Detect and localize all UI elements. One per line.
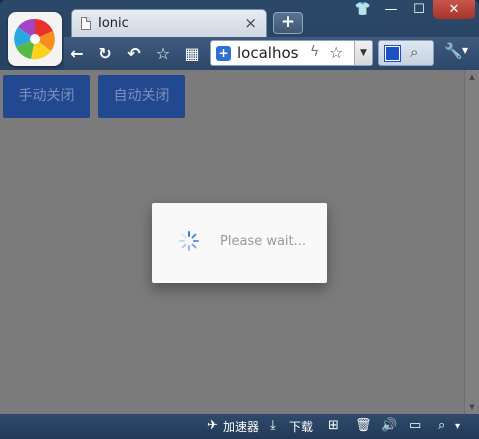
page-icon — [81, 17, 91, 30]
search-icon[interactable]: ⌕ — [410, 43, 418, 61]
scroll-down-icon[interactable]: ▼ — [465, 403, 479, 411]
spinner-icon — [179, 231, 199, 251]
manual-close-button[interactable]: 手动关闭 — [3, 75, 90, 118]
bookmark-star-icon[interactable]: ☆ — [329, 43, 343, 62]
secure-shield-icon: + — [216, 46, 231, 61]
zoom-icon[interactable]: ⌕ — [438, 418, 445, 433]
back-icon[interactable]: ← — [67, 44, 87, 64]
new-tab-button[interactable]: + — [273, 12, 303, 34]
maximize-button[interactable]: ☐ — [405, 0, 433, 19]
vertical-scrollbar[interactable]: ▲ ▼ — [464, 70, 479, 414]
favorite-icon[interactable]: ☆ — [153, 44, 173, 64]
page-viewport: 手动关闭 自动关闭 Please wait... — [0, 70, 464, 414]
download-label[interactable]: 下载 — [289, 418, 313, 435]
browser-tab[interactable]: Ionic × — [71, 9, 267, 37]
address-url[interactable]: localhos — [237, 44, 307, 62]
screen-icon[interactable]: ▭ — [409, 418, 421, 433]
reload-icon[interactable]: ↻ — [95, 44, 115, 64]
address-dropdown-icon[interactable]: ▼ — [354, 41, 372, 65]
search-engine-icon[interactable] — [384, 45, 401, 62]
minimize-button[interactable]: — — [377, 0, 405, 19]
zoom-dropdown-icon[interactable]: ▾ — [455, 421, 460, 432]
close-window-button[interactable]: ✕ — [433, 0, 475, 19]
search-box[interactable]: ⌕ — [378, 40, 434, 66]
clean-trash-icon[interactable]: 🗑 — [355, 418, 372, 433]
skin-icon[interactable]: 👕 — [349, 0, 377, 19]
address-bar[interactable]: + localhos ϟ ☆ ▼ — [210, 40, 373, 66]
extension-plus-icon[interactable]: ⊞ — [328, 418, 339, 433]
sound-icon[interactable]: 🔊 — [381, 418, 397, 433]
download-icon[interactable]: ⤓ — [270, 418, 276, 433]
auto-close-button[interactable]: 自动关闭 — [98, 75, 185, 118]
menu-dropdown-icon[interactable]: ▼ — [462, 46, 468, 55]
scroll-up-icon[interactable]: ▲ — [465, 73, 479, 81]
accelerator-label[interactable]: 加速器 — [223, 418, 259, 435]
apps-icon[interactable]: ▦ — [182, 44, 202, 64]
status-bar: ✈ 加速器 ⤓ 下载 ⊞ 🗑 🔊 ▭ ⌕ ▾ — [0, 414, 479, 439]
settings-wrench-icon[interactable]: 🔧 — [444, 42, 463, 60]
loading-text: Please wait... — [220, 234, 307, 249]
tab-close-icon[interactable]: × — [244, 14, 257, 32]
accelerator-icon[interactable]: ✈ — [207, 418, 218, 433]
tab-title: Ionic — [98, 16, 129, 31]
speed-mode-icon[interactable]: ϟ — [310, 44, 319, 60]
undo-icon[interactable]: ↶ — [124, 44, 144, 64]
browser-logo[interactable] — [8, 12, 62, 66]
pinwheel-logo-icon — [14, 18, 55, 60]
loading-dialog: Please wait... — [152, 203, 327, 283]
